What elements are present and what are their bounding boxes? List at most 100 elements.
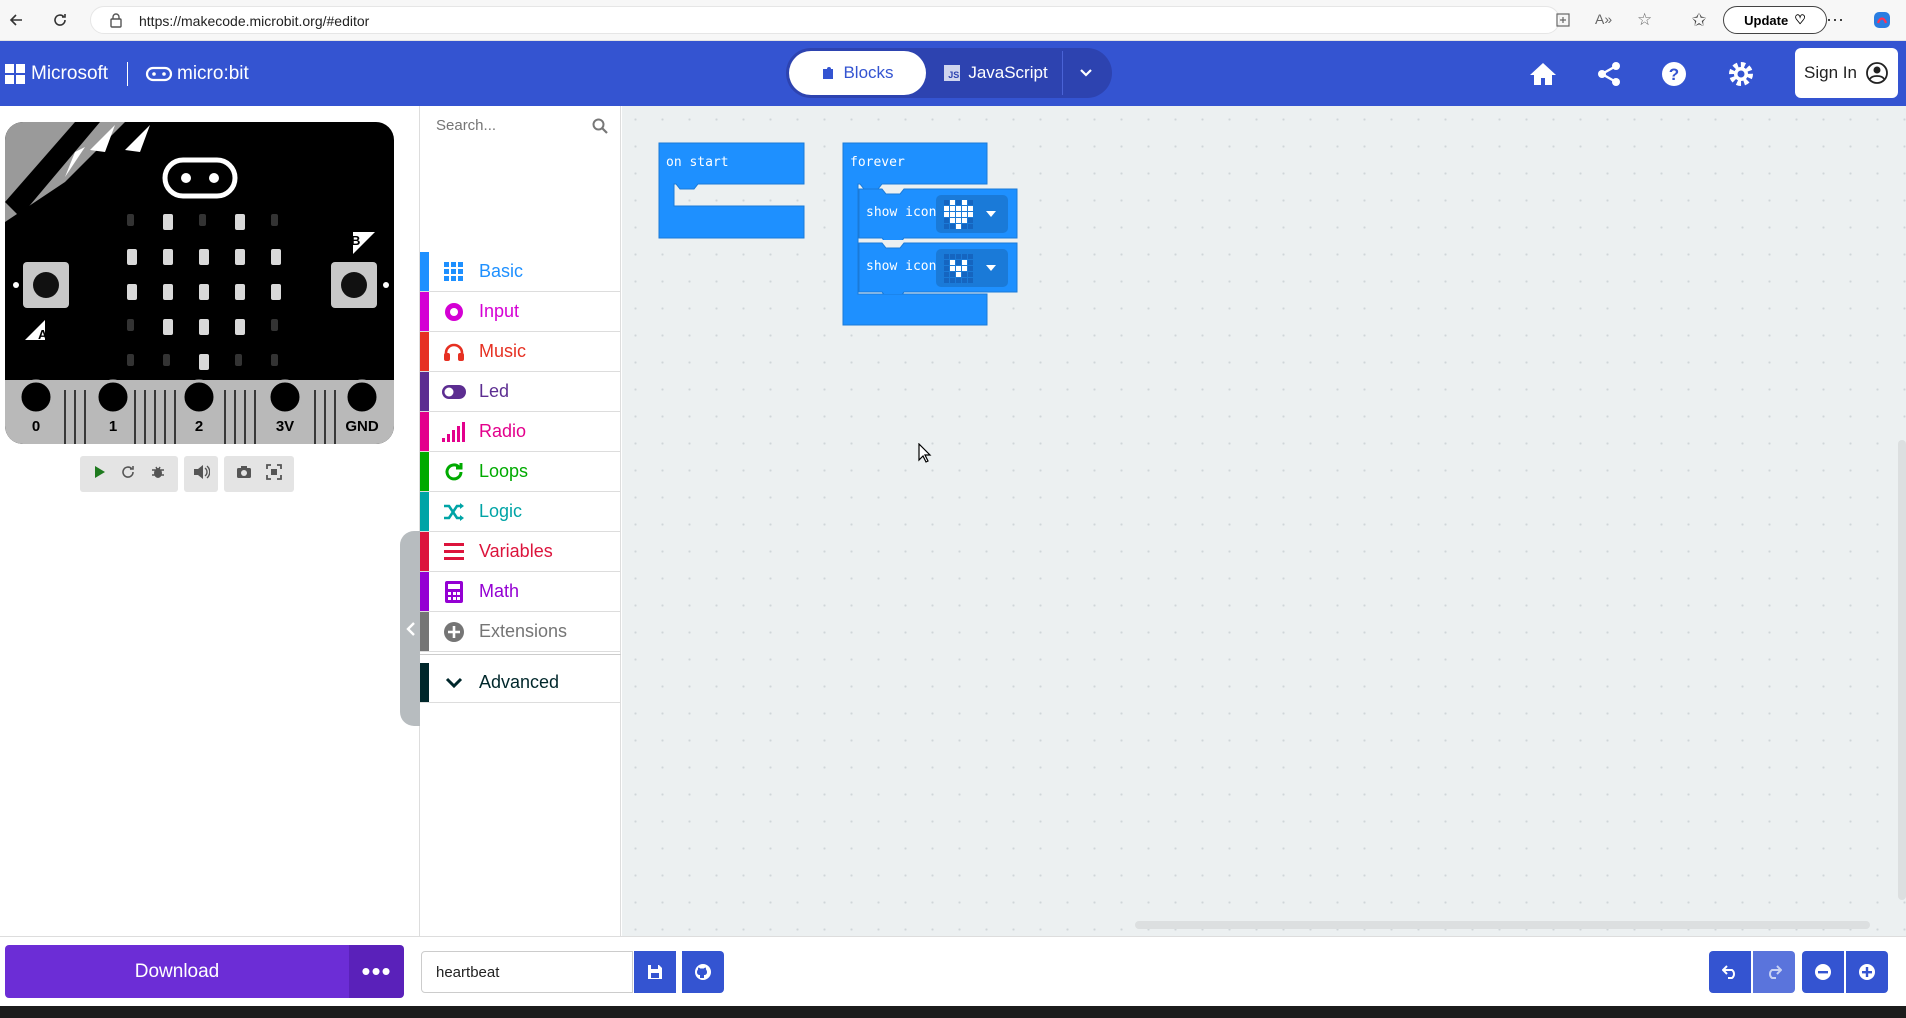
restart-icon[interactable] [120, 464, 136, 485]
led [127, 319, 134, 331]
icon-pixel [956, 260, 961, 265]
microbit-logo[interactable]: micro:bit [145, 63, 249, 85]
share-icon[interactable] [1593, 58, 1625, 90]
screenshot-camera-icon[interactable] [236, 465, 252, 484]
back-icon[interactable] [4, 8, 28, 32]
redo-button[interactable] [1753, 951, 1795, 993]
update-button[interactable]: Update ♡ [1723, 6, 1827, 34]
more-options-icon[interactable]: ⋯ [1823, 8, 1847, 32]
fullscreen-icon[interactable] [266, 463, 282, 485]
pin-hole[interactable] [18, 379, 54, 415]
pin-hole[interactable] [95, 379, 131, 415]
home-icon[interactable] [1527, 58, 1559, 90]
on-start-block[interactable]: on start [658, 142, 806, 242]
read-aloud-icon[interactable]: A» [1595, 11, 1612, 27]
icon-pixel [962, 266, 967, 271]
play-icon[interactable] [92, 465, 106, 484]
show-icon-block[interactable]: show icon [858, 242, 1018, 294]
icon-pixel [968, 212, 973, 217]
toolbox-search [420, 106, 621, 146]
lines-icon [437, 542, 471, 561]
category-music[interactable]: Music [420, 332, 621, 372]
pin-hole[interactable] [181, 379, 217, 415]
toggle-icon [437, 384, 471, 399]
led [271, 284, 281, 300]
category-color-bar [420, 663, 429, 702]
icon-pixel [956, 206, 961, 211]
refresh-icon[interactable] [48, 8, 72, 32]
horizontal-scrollbar[interactable] [1135, 921, 1870, 929]
icon-pixel [962, 200, 967, 205]
category-radio[interactable]: Radio [420, 412, 621, 452]
zoom-out-button[interactable] [1802, 951, 1844, 993]
search-icon[interactable] [592, 118, 608, 139]
category-color-bar [420, 452, 429, 491]
save-button[interactable] [634, 951, 676, 993]
tab-javascript[interactable]: JS JavaScript [936, 51, 1056, 95]
collapse-simulator-handle[interactable] [400, 531, 422, 726]
favorite-star-icon[interactable]: ☆ [1637, 10, 1652, 30]
icon-pixel [968, 254, 973, 259]
icon-pixel [944, 278, 949, 283]
mute-audio-button[interactable] [184, 456, 218, 492]
pin-hole[interactable] [267, 379, 303, 415]
download-options-button[interactable]: ••• [349, 945, 404, 998]
help-icon[interactable]: ? [1658, 58, 1690, 90]
led [271, 319, 278, 331]
zoom-in-icon [1859, 964, 1875, 980]
headphones-icon [437, 342, 471, 362]
category-loops[interactable]: Loops [420, 452, 621, 492]
pin-hole[interactable] [344, 379, 380, 415]
led [199, 249, 209, 265]
icon-pixel [962, 260, 967, 265]
settings-gear-icon[interactable] [1725, 58, 1757, 90]
favorites-icon[interactable]: ✩ [1687, 8, 1711, 32]
category-color-bar [420, 252, 429, 291]
category-math[interactable]: Math [420, 572, 621, 612]
debug-bug-icon[interactable] [150, 464, 166, 485]
redo-icon [1769, 965, 1782, 979]
simulator-controls [80, 456, 294, 492]
github-icon [695, 964, 711, 980]
tab-blocks[interactable]: Blocks [789, 51, 926, 95]
category-color-bar [420, 412, 429, 451]
download-button[interactable]: Download [5, 945, 349, 998]
led [163, 284, 173, 300]
category-input[interactable]: Input [420, 292, 621, 332]
icon-pixel [962, 218, 967, 223]
project-name-input[interactable] [421, 951, 633, 993]
address-bar[interactable]: https://makecode.microbit.org/#editor A»… [90, 6, 1652, 34]
category-led[interactable]: Led [420, 372, 621, 412]
microsoft-logo[interactable]: Microsoft [5, 63, 108, 85]
icon-pixel [962, 254, 967, 259]
show-icon-block[interactable]: show icon [858, 188, 1018, 240]
sign-in-button[interactable]: Sign In [1795, 48, 1898, 98]
undo-button[interactable] [1709, 951, 1751, 993]
toolbox-search-input[interactable] [434, 116, 584, 135]
url-text: https://makecode.microbit.org/#editor [139, 13, 370, 29]
icon-pixel [950, 224, 955, 229]
category-label: Led [479, 381, 510, 401]
simulator-pane: A B 0 1 2 3V GND [0, 106, 422, 942]
led [235, 284, 245, 300]
icon-dropdown[interactable] [942, 253, 1002, 288]
category-extensions[interactable]: Extensions [420, 612, 621, 652]
editor-menu-dropdown[interactable] [1062, 51, 1108, 95]
lock-icon [109, 12, 123, 33]
app-available-icon[interactable] [1555, 12, 1571, 33]
icon-dropdown[interactable] [942, 199, 1002, 234]
category-basic[interactable]: Basic [420, 252, 621, 292]
toolbox-divider [420, 654, 621, 655]
category-advanced[interactable]: Advanced [420, 663, 621, 703]
icon-pixel [968, 218, 973, 223]
category-variables[interactable]: Variables [420, 532, 621, 572]
github-button[interactable] [682, 951, 724, 993]
category-logic[interactable]: Logic [420, 492, 621, 532]
zoom-in-button[interactable] [1846, 951, 1888, 993]
blocks-workspace[interactable]: on start forever show icon show icon [622, 106, 1906, 936]
icon-pixel [956, 254, 961, 259]
vertical-scrollbar[interactable] [1898, 440, 1906, 900]
copilot-icon[interactable] [1870, 8, 1894, 32]
icon-pixel [962, 278, 967, 283]
icon-pixel [944, 266, 949, 271]
